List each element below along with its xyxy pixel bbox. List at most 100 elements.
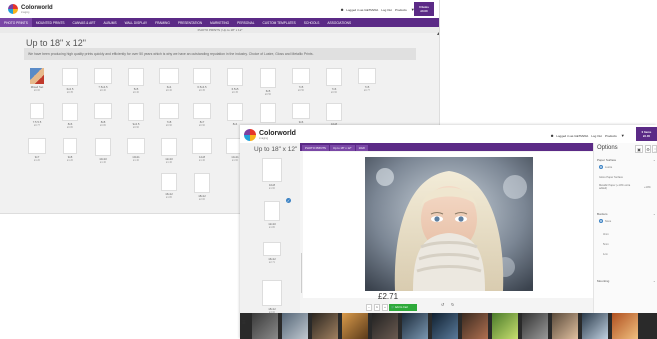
tile-price: £1.40 (133, 159, 139, 162)
product-tile[interactable]: 9x6 (288, 103, 314, 124)
size-thumbnail (161, 138, 177, 156)
filmstrip-thumbnail[interactable] (342, 313, 368, 339)
side-size-tile[interactable]: 16x12 £2.71 (260, 242, 284, 264)
border-3mm-option[interactable]: 3mm (603, 233, 609, 236)
product-tile[interactable]: 8x8 £0.80 (90, 103, 116, 127)
crumb-size-range[interactable]: Up to 18" x 12" (329, 145, 355, 151)
product-tile[interactable]: 7.5x4.5 £0.40 (90, 68, 116, 92)
filmstrip-thumbnail[interactable] (612, 313, 638, 339)
nav-item[interactable]: WALL DISPLAY (121, 18, 152, 27)
sidebar-scrollbar[interactable] (301, 253, 302, 293)
quantity-input[interactable]: 1 (374, 304, 380, 311)
product-tile[interactable]: 16x12 £1.80 (156, 173, 182, 199)
qty-plus-button[interactable]: + (382, 304, 388, 311)
filmstrip-thumbnail[interactable] (432, 313, 458, 339)
product-tile[interactable]: 7x5 £0.77 (354, 68, 380, 92)
product-tile[interactable]: 18x12 £2.00 (189, 173, 215, 201)
product-tile[interactable]: 6x5 £0.50 (255, 68, 281, 96)
product-tile[interactable]: 10x11 £1.40 (123, 138, 149, 162)
crop-icon[interactable]: ▣ (635, 145, 643, 153)
collapse-icon[interactable]: ⌄ (653, 158, 656, 162)
crumb-photo-prints[interactable]: PHOTO PRINTS (302, 145, 329, 151)
nav-item[interactable]: MOUNTED PRINTS (32, 18, 69, 27)
product-tile[interactable]: 6x4 £0.40 (156, 68, 182, 92)
logout-link[interactable]: Log Out (591, 134, 602, 138)
filmstrip-thumbnail[interactable] (492, 313, 518, 339)
product-tile[interactable]: 8x4 (222, 103, 248, 126)
more-icon[interactable]: ⋮ (652, 145, 657, 153)
radio-selected-icon[interactable] (599, 165, 603, 169)
chevron-down-icon[interactable]: ▼ (621, 133, 625, 138)
crumb-current-size[interactable]: 10x8 (355, 145, 368, 151)
menu-icon[interactable]: ≡ (242, 320, 246, 326)
collapse-icon[interactable]: ⌄ (653, 212, 656, 216)
nav-item[interactable]: PHOTO PRINTS (0, 18, 32, 27)
paper-metallic-option[interactable]: Metallic Paper (+10% extra added) (599, 184, 633, 190)
filmstrip-thumbnail[interactable] (552, 313, 578, 339)
logout-link[interactable]: Log Out (381, 8, 392, 12)
nav-item[interactable]: PRESENTATION (174, 18, 206, 27)
editor-brand-logo[interactable]: Colorworld imaging (244, 129, 296, 141)
filmstrip-thumbnail[interactable] (252, 313, 278, 339)
product-tile[interactable]: 9x8 £1.20 (57, 138, 83, 162)
nav-item[interactable]: CUSTOM TEMPLATES (259, 18, 300, 27)
paper-lustre-option[interactable]: Lustre (599, 165, 612, 169)
photo-preview[interactable] (365, 157, 533, 291)
side-size-tile[interactable]: 10x8 £1.60 (260, 158, 284, 190)
scroll-up-icon[interactable]: ▲ (436, 31, 439, 37)
filmstrip-thumbnail[interactable] (402, 313, 428, 339)
filmstrip-thumbnail[interactable] (462, 313, 488, 339)
product-tile[interactable]: 9x7 £1.20 (24, 138, 50, 162)
editor-cart-button[interactable]: 0 Items £0.00 (636, 127, 657, 141)
nav-item[interactable]: MARKETING (206, 18, 233, 27)
product-tile[interactable]: 8x7 £0.90 (189, 103, 215, 127)
product-tile[interactable]: 6x4.5 £0.35 (57, 68, 83, 94)
nav-item[interactable]: ALBUMS (99, 18, 120, 27)
nav-item[interactable]: FRAMING (151, 18, 174, 27)
filmstrip-thumbnail[interactable] (312, 313, 338, 339)
product-tile[interactable]: 8x6 £0.80 (57, 103, 83, 129)
product-tile[interactable]: 7x6 £0.60 (321, 68, 347, 94)
expand-icon[interactable]: ⌄ (653, 279, 656, 283)
side-size-tile[interactable]: 18x12£3.00 (260, 280, 284, 314)
product-tile[interactable]: 6.5x4.5 £0.45 (189, 68, 215, 92)
products-link[interactable]: Products (605, 134, 617, 138)
filmstrip-thumbnail[interactable] (372, 313, 398, 339)
product-tile[interactable]: Mixed Set £0.00 (24, 68, 50, 92)
tile-price: £0.40 (100, 89, 106, 92)
product-tile[interactable]: 7x5 £0.50 (288, 68, 314, 92)
product-tile[interactable]: 7.5 5.5 £0.77 (24, 103, 50, 127)
option-label: Metallic Paper (+10% extra added) (599, 184, 631, 190)
filmstrip-thumbnail[interactable] (282, 313, 308, 339)
rotate-left-icon[interactable]: ↺ (441, 302, 444, 307)
border-none-option[interactable]: None (599, 219, 611, 223)
nav-item[interactable]: SCHOOLS (300, 18, 324, 27)
paper-gloss-option[interactable]: Gloss Paper Surface (599, 176, 623, 179)
products-link[interactable]: Products (395, 8, 407, 12)
product-tile[interactable]: 9x4.5 £0.90 (123, 103, 149, 129)
product-tile[interactable]: 10x10 £1.40 (90, 138, 116, 164)
product-tile[interactable]: 12x8 £1.40 (189, 138, 215, 162)
qty-minus-button[interactable]: − (366, 304, 372, 311)
radio-selected-icon[interactable] (599, 219, 603, 223)
tile-price: £1.20 (67, 159, 73, 162)
rotate-right-icon[interactable]: ↻ (451, 302, 454, 307)
product-tile[interactable]: 7x8 £0.90 (156, 103, 182, 127)
breadcrumb[interactable]: PHOTO PRINTS | Up to 18" x 12" (0, 27, 439, 33)
nav-item[interactable]: CANVAS & ART (69, 18, 100, 27)
filmstrip-thumbnail[interactable] (522, 313, 548, 339)
side-size-tile[interactable]: 12x10 £1.80 (260, 201, 284, 229)
product-tile[interactable]: 5x5 £0.40 (123, 68, 149, 94)
cart-button[interactable]: 0 Items £0.00 (414, 2, 434, 16)
product-tile[interactable]: 6.5x5 £0.45 (222, 68, 248, 94)
brand-logo[interactable]: Colorworld imaging (8, 4, 53, 14)
border-1cm-option[interactable]: 1cm (603, 253, 608, 256)
paper-extra-price: +10% (644, 186, 651, 189)
nav-item[interactable]: PERSONAL (233, 18, 258, 27)
border-5mm-option[interactable]: 5mm (603, 243, 609, 246)
nav-item[interactable]: ASSOCIATIONS (323, 18, 355, 27)
settings-icon[interactable]: ⚙ (645, 145, 651, 153)
filmstrip-thumbnail[interactable] (582, 313, 608, 339)
product-tile[interactable]: 12x10 £1.40 (156, 138, 182, 164)
add-to-cart-button[interactable]: 🛒 Add to Cart (389, 304, 417, 311)
